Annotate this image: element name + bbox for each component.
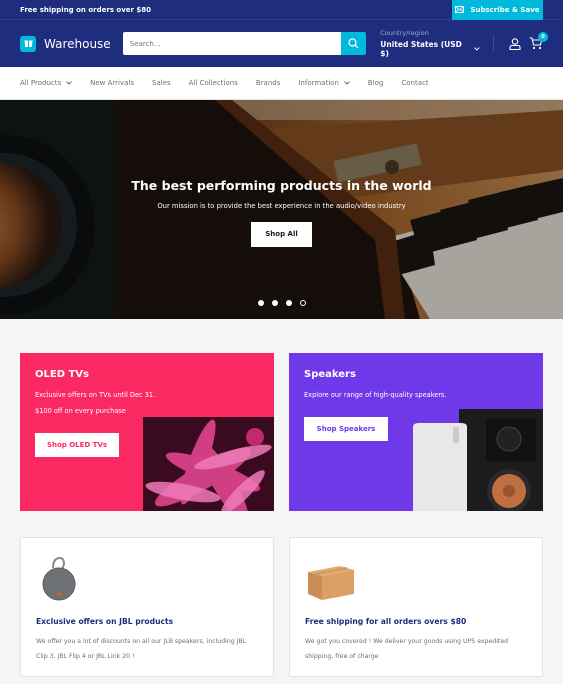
promo-title: OLED TVs — [35, 369, 89, 380]
nav-item-new-arrivals[interactable]: New Arrivals — [90, 79, 134, 87]
search-icon — [348, 38, 359, 49]
info-card-jbl: Exclusive offers on JBL products We offe… — [20, 537, 274, 677]
main-nav: All Products New Arrivals Sales All Collect… — [0, 67, 563, 100]
info-card-shipping: Free shipping for all orders overs $80 W… — [289, 537, 543, 677]
country-selector[interactable]: Country/region United States (USD $) — [380, 29, 480, 58]
cart-button[interactable]: 0 — [529, 32, 548, 50]
shop-speakers-button[interactable]: Shop Speakers — [304, 417, 388, 441]
hero-title: The best performing products in the worl… — [131, 178, 432, 193]
nav-item-all-collections[interactable]: All Collections — [189, 79, 238, 87]
nav-item-brands[interactable]: Brands — [256, 79, 281, 87]
hero-content: The best performing products in the worl… — [0, 178, 563, 247]
search-bar — [122, 32, 367, 55]
nav-item-label: New Arrivals — [90, 79, 135, 87]
chevron-down-icon — [474, 47, 480, 51]
shop-all-button[interactable]: Shop All — [251, 222, 312, 247]
nav-item-label: Blog — [367, 79, 384, 87]
nav-item-label: All Collections — [188, 79, 238, 87]
promo-text: $100 off on every purchase — [35, 407, 126, 415]
mail-icon — [455, 6, 465, 13]
announcement-bar: Free shipping on orders over $80 Subscri… — [0, 0, 563, 20]
country-label: Country/region — [380, 29, 429, 37]
promo-text: Explore our range of high-quality speake… — [304, 391, 447, 399]
promo-speakers[interactable]: Speakers Explore our range of high-quali… — [289, 353, 543, 511]
nav-item-information[interactable]: Information — [298, 79, 350, 87]
promo-oled-tvs[interactable]: OLED TVs Exclusive offers on TVs until D… — [20, 353, 274, 511]
nav-item-label: Sales — [152, 79, 171, 87]
nav-item-label: Brands — [255, 79, 281, 87]
hero-slideshow: The best performing products in the worl… — [0, 100, 563, 319]
speakers-image — [413, 409, 543, 511]
card-title: Exclusive offers on JBL products — [36, 617, 174, 626]
slide-dot-2[interactable] — [271, 300, 278, 306]
hero-subtitle: Our mission is to provide the best exper… — [157, 202, 406, 210]
search-input[interactable] — [122, 32, 342, 55]
logo[interactable]: Warehouse — [20, 35, 123, 52]
subscribe-button[interactable]: Subscribe & Save — [452, 0, 543, 20]
card-text: We offer you a lot of discounts on all o… — [36, 638, 247, 660]
nav-item-all-products[interactable]: All Products — [20, 79, 72, 87]
header-divider — [493, 35, 494, 52]
country-value: United States (USD $) — [380, 40, 462, 58]
nav-item-label: All Products — [20, 79, 62, 87]
chevron-down-icon — [344, 81, 350, 85]
cardboard-box-image — [308, 566, 354, 600]
shop-oled-tvs-button[interactable]: Shop OLED TVs — [35, 433, 119, 457]
slideshow-dots — [0, 300, 563, 306]
slide-dot-3[interactable] — [285, 300, 292, 306]
promo-text: Exclusive offers on TVs until Dec 31. — [35, 391, 156, 399]
nav-item-label: Information — [298, 79, 339, 87]
account-button[interactable] — [509, 37, 521, 50]
promo-title: Speakers — [304, 369, 356, 380]
nav-item-contact[interactable]: Contact — [401, 79, 428, 87]
card-title: Free shipping for all orders overs $80 — [305, 617, 467, 626]
info-cards: Exclusive offers on JBL products We offe… — [0, 511, 563, 677]
site-header: Warehouse Country/region United States (… — [0, 20, 563, 67]
search-button[interactable] — [341, 32, 367, 55]
announcement-text: Free shipping on orders over $80 — [20, 5, 152, 14]
user-icon — [509, 37, 521, 50]
slide-dot-4[interactable] — [299, 300, 306, 306]
nav-item-blog[interactable]: Blog — [368, 79, 383, 87]
chevron-down-icon — [66, 81, 72, 85]
card-text: We got you covered ! We deliver your goo… — [305, 638, 509, 660]
logo-box-icon — [20, 35, 36, 52]
subscribe-label: Subscribe & Save — [470, 5, 540, 14]
logo-text: Warehouse — [44, 36, 111, 51]
oled-flower-image — [143, 417, 274, 511]
country-value-row: United States (USD $) — [380, 40, 480, 58]
slide-dot-1[interactable] — [257, 300, 264, 306]
cart-count-badge: 0 — [538, 32, 548, 42]
nav-item-sales[interactable]: Sales — [152, 79, 171, 87]
jbl-speaker-image — [42, 556, 76, 601]
promo-blocks: OLED TVs Exclusive offers on TVs until D… — [0, 319, 563, 511]
nav-item-label: Contact — [401, 79, 429, 87]
